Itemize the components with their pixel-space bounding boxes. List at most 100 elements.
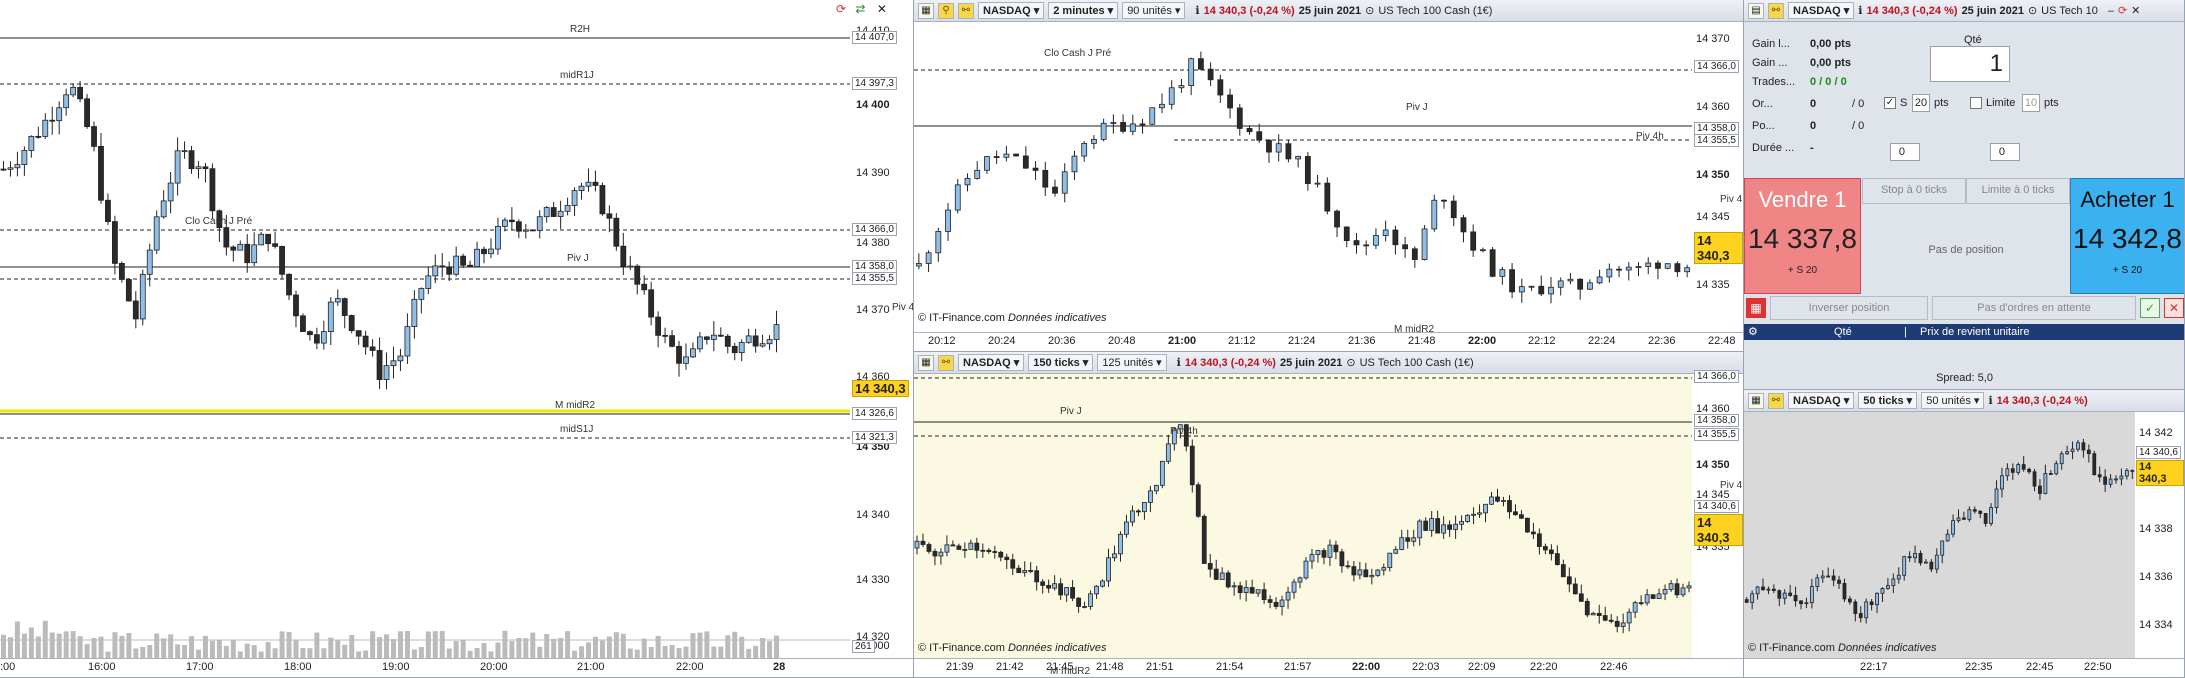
candle [1076, 597, 1081, 607]
pending-orders-button[interactable]: Pas d'ordres en attente [1932, 296, 2136, 320]
volume-bar [251, 645, 257, 658]
volume-bar [7, 637, 13, 658]
volume-bar [384, 634, 390, 658]
chart-check-icon[interactable]: ✓ [2140, 298, 2160, 318]
candle [495, 226, 501, 250]
volume-bar [425, 631, 431, 658]
candle [21, 150, 28, 165]
y-tick-label: 14 336 [2139, 571, 2173, 583]
limit-at-ticks-button[interactable]: Limite à 0 ticks [1966, 178, 2070, 204]
link-icon[interactable]: ⚯ [958, 2, 974, 19]
panel-type-icon[interactable]: ▤ [1748, 2, 1764, 19]
limit-checkbox[interactable] [1970, 97, 1982, 109]
symbol-select[interactable]: NASDAQ ▾ [1788, 2, 1855, 19]
level-label: M midR2 [555, 400, 596, 411]
link-icon[interactable]: ⚯ [1768, 2, 1784, 19]
candle [703, 336, 710, 340]
minimize-icon[interactable]: – [2108, 5, 2114, 17]
watermark-copyright: © IT-Finance.com [1748, 642, 1839, 654]
order-toolbar: ▤ ⚯ NASDAQ ▾ ℹ 14 340,3 (-0,24 %) 25 jui… [1744, 0, 2184, 22]
candle [1207, 68, 1214, 81]
candle [925, 252, 932, 264]
link-icon[interactable]: ⚯ [938, 354, 954, 371]
candle [1940, 540, 1945, 556]
candle [1345, 565, 1351, 568]
info-icon[interactable]: ℹ [1195, 4, 1199, 17]
candle [2124, 470, 2129, 477]
grid-icon[interactable]: ▦ [1746, 298, 1766, 318]
stop-input[interactable]: 20 [1912, 94, 1930, 112]
last-price: 14 340,3 (-0,24 %) [1203, 4, 1295, 17]
link-icon[interactable]: ⚯ [1768, 392, 1784, 409]
invert-position-button[interactable]: Inverser position [1770, 296, 1928, 320]
candle [1450, 200, 1457, 219]
cancel-red-icon[interactable]: ✕ [2164, 298, 2184, 318]
candle [1004, 556, 1010, 561]
qty-input[interactable]: 1 [1930, 46, 2010, 82]
price-chart[interactable] [1744, 412, 2135, 658]
volume-bar [279, 631, 285, 658]
level-price-box: 14 355,5 [1694, 134, 1739, 147]
volume-bar [641, 638, 647, 658]
x-tick-label: 17:00 [186, 661, 214, 673]
info-icon[interactable]: ℹ [1988, 394, 1992, 407]
refresh-icon[interactable]: ⟳ [836, 2, 846, 16]
volume-bar [244, 643, 250, 658]
chart-toolbar: ▦ ⚯ NASDAQ ▾ 150 ticks ▾ 125 unités ▾ ℹ … [914, 352, 1743, 374]
timeframe-select[interactable]: 2 minutes ▾ [1048, 2, 1119, 19]
order-panel: ▤ ⚯ NASDAQ ▾ ℹ 14 340,3 (-0,24 %) 25 jui… [1744, 0, 2185, 390]
candle [1761, 586, 1765, 591]
candle [1219, 572, 1225, 580]
candle [1638, 602, 1644, 605]
volume-bar [586, 642, 591, 658]
stat-value: 0 [1810, 98, 1817, 110]
candle [543, 207, 550, 218]
symbol-select[interactable]: NASDAQ ▾ [1788, 392, 1855, 409]
limit-offset-stepper[interactable]: 0 [1990, 143, 2020, 161]
lock-icon[interactable]: ⚲ [938, 2, 954, 19]
sell-button[interactable]: Vendre 1 14 337,8 + S 20 [1744, 178, 1861, 294]
candle [1351, 566, 1357, 576]
candle [1267, 599, 1273, 603]
info-icon[interactable]: ℹ [1858, 4, 1862, 17]
candle [2076, 442, 2080, 450]
symbol-label: NASDAQ [1793, 395, 1841, 407]
chart-type-icon[interactable]: ▦ [1748, 392, 1764, 409]
symbol-select[interactable]: NASDAQ ▾ [958, 354, 1025, 371]
stop-offset-stepper[interactable]: 0 [1890, 143, 1920, 161]
x-tick-label: 22:00 [1468, 335, 1497, 347]
candle [1616, 268, 1622, 271]
price-chart[interactable] [914, 22, 1692, 332]
x-tick-label: 22:45 [2026, 661, 2054, 673]
timeframe-select[interactable]: 150 ticks ▾ [1028, 354, 1094, 371]
candle [1040, 581, 1046, 586]
chart-type-icon[interactable]: ▦ [918, 2, 934, 19]
units-select[interactable]: 90 unités ▾ [1122, 2, 1186, 19]
info-icon[interactable]: ℹ [1177, 356, 1181, 369]
chart-type-icon[interactable]: ▦ [918, 354, 934, 371]
stop-at-ticks-button[interactable]: Stop à 0 ticks [1862, 178, 1966, 204]
price-chart[interactable] [914, 374, 1692, 658]
level-price-box: 14 366,0 [1694, 370, 1739, 383]
level-label: Piv 4 [1720, 194, 1743, 205]
refresh-icon[interactable]: ⟳ [2118, 4, 2127, 17]
units-select[interactable]: 125 unités ▾ [1097, 354, 1167, 371]
candle [348, 315, 355, 332]
settings-icon[interactable]: ⚙ [1748, 324, 1758, 340]
sync-icon[interactable]: ⇄ [855, 2, 865, 16]
candle [474, 248, 480, 268]
close-icon[interactable]: ✕ [877, 2, 887, 16]
price-chart[interactable] [0, 18, 850, 658]
close-icon[interactable]: ✕ [2131, 4, 2140, 17]
timeframe-select[interactable]: 50 ticks ▾ [1858, 392, 1918, 409]
candle [2021, 464, 2026, 470]
units-select[interactable]: 50 unités ▾ [1921, 392, 1985, 409]
limit-input[interactable]: 10 [2022, 94, 2040, 112]
limit-unit: pts [2044, 97, 2059, 109]
buy-button[interactable]: Acheter 1 14 342,8 + S 20 [2070, 178, 2184, 294]
symbol-select[interactable]: NASDAQ ▾ [978, 2, 1045, 19]
candle [1429, 518, 1435, 531]
volume-bar [202, 635, 208, 658]
stop-checkbox[interactable]: ✓ [1884, 97, 1896, 109]
chart-panel-2min: ▦ ⚲ ⚯ NASDAQ ▾ 2 minutes ▾ 90 unités ▾ ℹ… [914, 0, 1744, 352]
